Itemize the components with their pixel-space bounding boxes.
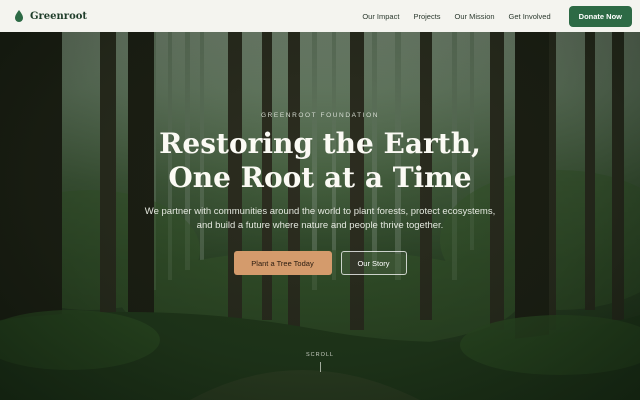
hero-content: GREENROOT FOUNDATION Restoring the Earth… bbox=[0, 112, 640, 275]
leaf-drop-icon bbox=[15, 10, 23, 22]
nav-links: Our Impact Projects Our Mission Get Invo… bbox=[362, 5, 632, 27]
scroll-label: SCROLL bbox=[305, 352, 334, 358]
hero-cta-group: Plant a Tree Today Our Story bbox=[0, 251, 640, 275]
nav-link-our-mission[interactable]: Our Mission bbox=[455, 12, 495, 21]
top-navbar: Greenroot Our Impact Projects Our Missio… bbox=[0, 0, 640, 32]
hero-headline: Restoring the Earth, One Root at a Time bbox=[0, 127, 640, 195]
nav-link-projects[interactable]: Projects bbox=[413, 12, 440, 21]
hero-subtext: We partner with communities around the w… bbox=[144, 206, 496, 231]
our-story-button[interactable]: Our Story bbox=[340, 251, 407, 275]
brand-name: Greenroot bbox=[30, 10, 88, 22]
scroll-indicator[interactable]: SCROLL bbox=[0, 352, 640, 372]
donate-button[interactable]: Donate Now bbox=[568, 5, 632, 27]
headline-line-2: One Root at a Time bbox=[168, 161, 472, 194]
brand[interactable]: Greenroot bbox=[14, 10, 87, 22]
headline-line-1: Restoring the Earth, bbox=[159, 127, 481, 160]
plant-tree-button[interactable]: Plant a Tree Today bbox=[233, 251, 332, 275]
nav-link-get-involved[interactable]: Get Involved bbox=[509, 12, 551, 21]
nav-link-our-impact[interactable]: Our Impact bbox=[362, 12, 399, 21]
hero-eyebrow: GREENROOT FOUNDATION bbox=[260, 112, 380, 119]
scroll-line bbox=[319, 362, 321, 372]
